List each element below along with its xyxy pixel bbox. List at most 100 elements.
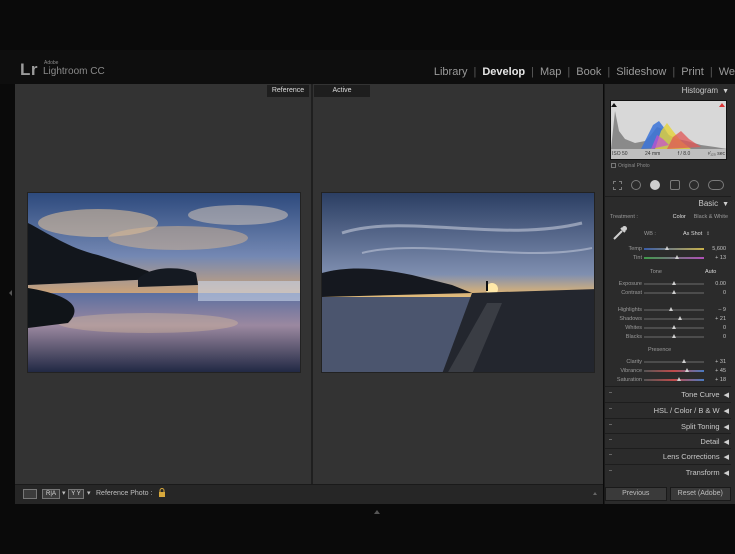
- slider-thumb[interactable]: [669, 307, 673, 311]
- module-library[interactable]: Library: [434, 66, 468, 78]
- auto-tone-button[interactable]: Auto: [705, 269, 716, 275]
- wb-dropdown-chevron-icon[interactable]: ⇕: [706, 231, 710, 237]
- panel-switch-icon[interactable]: [609, 392, 612, 395]
- module-web[interactable]: We: [719, 66, 735, 78]
- view-divider: [311, 84, 313, 484]
- slider-track-shadows[interactable]: [644, 316, 704, 320]
- module-separator: |: [709, 66, 713, 78]
- slider-label: Tint: [633, 254, 642, 261]
- reference-photo[interactable]: [27, 192, 301, 373]
- crop-tool-icon[interactable]: [612, 180, 622, 190]
- module-separator: |: [531, 66, 534, 78]
- left-panel-toggle-icon[interactable]: [9, 290, 12, 296]
- histogram-header[interactable]: Histogram ▼: [605, 84, 731, 98]
- module-picker: Library | Develop | Map | Book | Slidesh…: [434, 66, 735, 78]
- module-separator: |: [672, 66, 676, 78]
- lens-corrections-title: Lens Corrections: [662, 452, 720, 461]
- adjustment-brush-icon[interactable]: [708, 180, 725, 190]
- slider-thumb[interactable]: [672, 281, 676, 285]
- radial-filter-icon[interactable]: [688, 180, 699, 190]
- original-photo-toggle[interactable]: Original Photo: [611, 163, 650, 169]
- active-photo[interactable]: [321, 192, 595, 373]
- loupe-view-button[interactable]: [23, 489, 37, 499]
- slider-value[interactable]: 0: [708, 290, 726, 296]
- treatment-color-option[interactable]: Color: [673, 214, 686, 220]
- slider-track-saturation[interactable]: [644, 377, 704, 381]
- slider-thumb[interactable]: [672, 334, 676, 338]
- slider-value[interactable]: – 9: [708, 307, 726, 313]
- tone-curve-title: Tone Curve: [681, 390, 720, 399]
- wb-value[interactable]: As Shot: [683, 231, 702, 237]
- dropdown-chevron-icon[interactable]: ▾: [62, 489, 66, 499]
- slider-value[interactable]: 0: [708, 334, 726, 340]
- slider-label: Whites: [625, 324, 642, 331]
- reset-button[interactable]: Reset (Adobe): [669, 487, 731, 501]
- slider-value[interactable]: + 45: [708, 368, 726, 374]
- active-tab: Active: [314, 85, 370, 97]
- transform-header[interactable]: Transform ◀: [605, 464, 731, 479]
- lens-corrections-header[interactable]: Lens Corrections ◀: [605, 448, 731, 463]
- slider-value[interactable]: + 13: [708, 255, 726, 261]
- slider-value[interactable]: 0: [708, 325, 726, 331]
- module-develop[interactable]: Develop: [482, 66, 525, 78]
- slider-track-exposure[interactable]: [644, 281, 704, 285]
- slider-thumb[interactable]: [672, 325, 676, 329]
- hsl-title: HSL / Color / B & W: [653, 406, 720, 415]
- reference-photo-image: [28, 193, 300, 372]
- filmstrip-toggle-icon[interactable]: [374, 510, 380, 514]
- slider-thumb[interactable]: [675, 255, 679, 259]
- hsl-header[interactable]: HSL / Color / B & W ◀: [605, 402, 731, 417]
- module-book[interactable]: Book: [576, 66, 601, 78]
- expand-triangle-icon: ◀: [723, 408, 729, 415]
- previous-button[interactable]: Previous: [605, 487, 667, 501]
- slider-thumb[interactable]: [672, 290, 676, 294]
- slider-track-whites[interactable]: [644, 325, 704, 329]
- panel-switch-icon[interactable]: [609, 424, 612, 427]
- graduated-filter-icon[interactable]: [669, 180, 680, 190]
- before-after-button[interactable]: Y Y: [68, 489, 84, 499]
- exif-info: ISO 50 24 mm f / 8.0 ¹⁄₁₂₅ sec: [610, 151, 727, 159]
- white-balance-eyedropper-icon[interactable]: [611, 224, 629, 242]
- module-print[interactable]: Print: [681, 66, 704, 78]
- slider-track-clarity[interactable]: [644, 359, 704, 363]
- treatment-bw-option[interactable]: Black & White: [694, 214, 728, 220]
- slider-thumb[interactable]: [685, 368, 690, 372]
- module-slideshow[interactable]: Slideshow: [616, 66, 666, 78]
- basic-title: Basic: [698, 199, 719, 208]
- slider-value[interactable]: + 18: [708, 377, 726, 383]
- panel-switch-icon[interactable]: [609, 408, 612, 411]
- slider-label: Shadows: [619, 315, 642, 322]
- slider-track-temp[interactable]: [644, 246, 704, 250]
- original-photo-checkbox[interactable]: [611, 163, 616, 169]
- slider-value[interactable]: + 31: [708, 359, 726, 365]
- reference-view-button[interactable]: R|A: [42, 489, 60, 499]
- reference-photo-label: Reference Photo :: [96, 490, 153, 497]
- module-map[interactable]: Map: [540, 66, 561, 78]
- lock-icon[interactable]: [158, 488, 166, 498]
- slider-value[interactable]: 5,600: [708, 246, 726, 252]
- panel-switch-icon[interactable]: [609, 454, 612, 457]
- detail-title: Detail: [700, 437, 720, 446]
- dropdown-chevron-icon[interactable]: ▾: [87, 489, 91, 499]
- red-eye-tool-icon[interactable]: [650, 180, 661, 190]
- slider-thumb[interactable]: [664, 246, 669, 250]
- basic-header[interactable]: Basic ▼: [605, 196, 731, 210]
- slider-value[interactable]: + 21: [708, 316, 726, 322]
- detail-header[interactable]: Detail ◀: [605, 433, 731, 448]
- toolbar-menu-icon[interactable]: [593, 492, 597, 495]
- slider-thumb[interactable]: [677, 377, 682, 381]
- slider-track-blacks[interactable]: [644, 334, 704, 338]
- split-toning-header[interactable]: Split Toning ◀: [605, 418, 731, 433]
- slider-value[interactable]: 0.00: [708, 281, 726, 287]
- spot-removal-tool-icon[interactable]: [630, 180, 641, 190]
- slider-track-tint[interactable]: [644, 255, 704, 259]
- slider-thumb[interactable]: [681, 359, 686, 363]
- tone-curve-header[interactable]: Tone Curve ◀: [605, 386, 731, 401]
- panel-switch-icon[interactable]: [609, 470, 612, 473]
- slider-thumb[interactable]: [678, 316, 682, 320]
- focal-length-value: 24 mm: [645, 151, 661, 157]
- slider-track-vibrance[interactable]: [644, 368, 704, 372]
- slider-track-highlights[interactable]: [644, 307, 704, 311]
- slider-track-contrast[interactable]: [644, 290, 704, 294]
- panel-switch-icon[interactable]: [609, 439, 612, 442]
